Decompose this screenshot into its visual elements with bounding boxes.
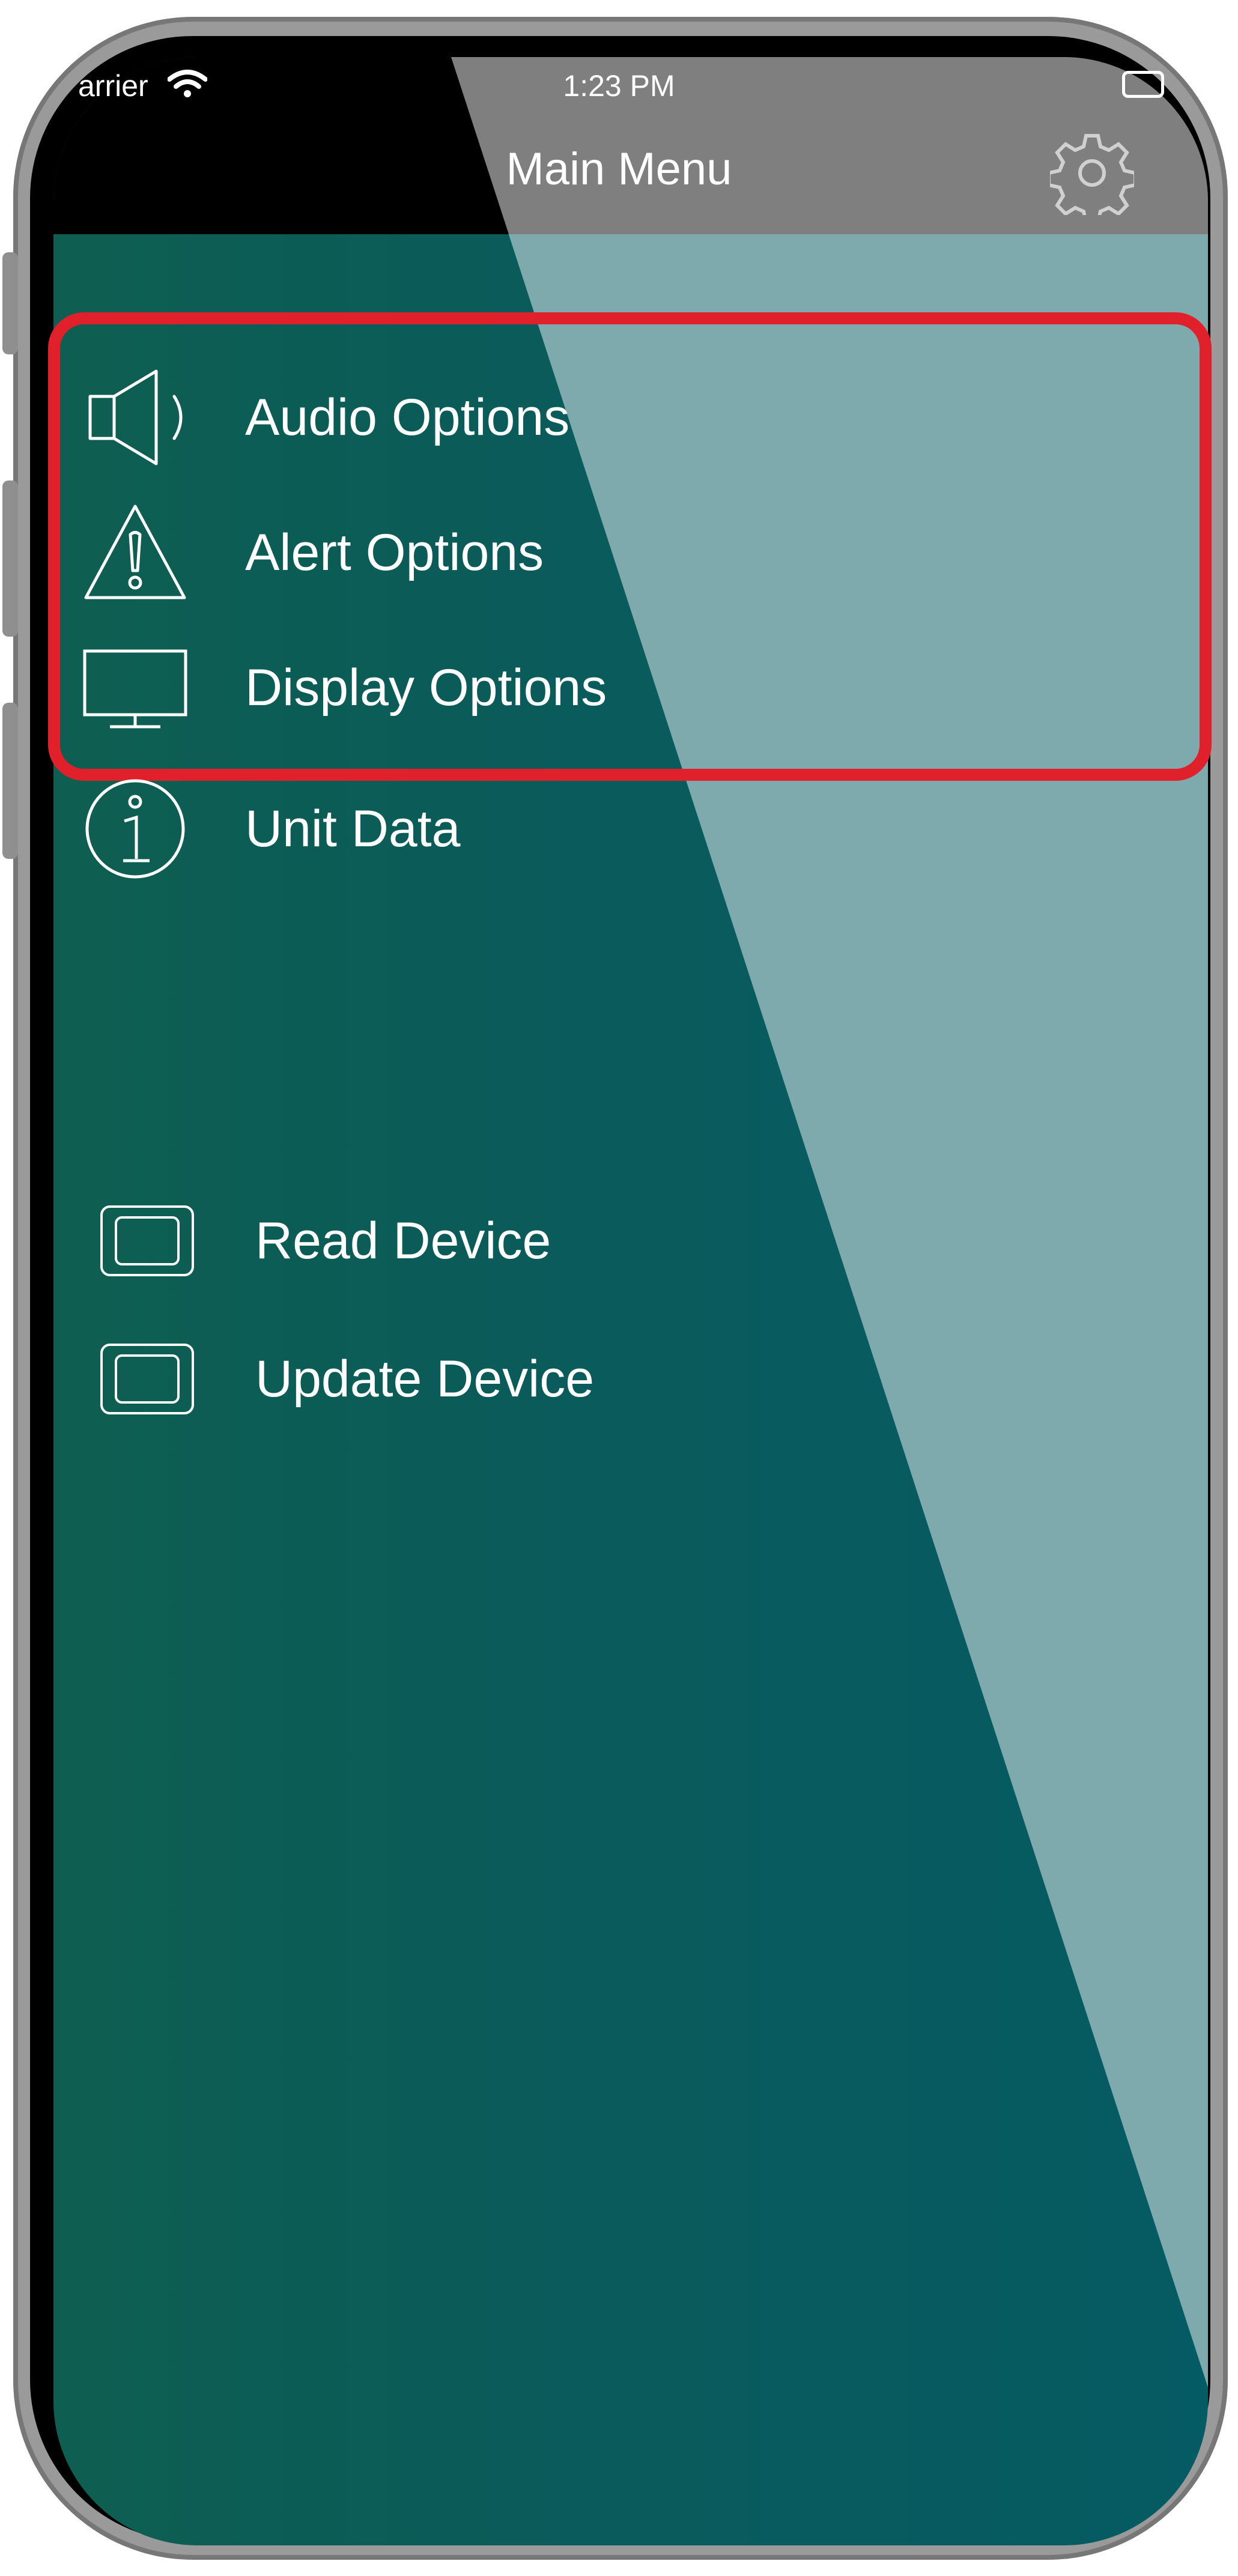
menu-item-alert-options[interactable]: Alert Options: [81, 502, 544, 604]
menu-item-read-device[interactable]: Read Device: [99, 1204, 551, 1277]
menu-item-unit-data[interactable]: Unit Data: [81, 778, 461, 880]
side-button-volume-up: [2, 480, 18, 637]
side-button-volume-down: [2, 703, 18, 859]
speaker-icon: [84, 366, 186, 468]
device-icon: [99, 1204, 195, 1277]
warning-icon: [81, 502, 189, 604]
menu-item-label: Read Device: [255, 1212, 551, 1270]
menu-item-label: Alert Options: [245, 524, 544, 581]
status-time: 1:23 PM: [563, 69, 675, 103]
device-icon: [99, 1342, 195, 1416]
battery-icon: [1122, 71, 1164, 98]
side-button-mute: [2, 252, 18, 354]
monitor-icon: [81, 643, 189, 733]
menu-item-label: Unit Data: [245, 800, 461, 858]
menu-item-label: Update Device: [255, 1350, 595, 1408]
menu-item-display-options[interactable]: Display Options: [81, 643, 607, 733]
gear-icon[interactable]: [1047, 131, 1137, 224]
menu-item-label: Audio Options: [245, 389, 570, 446]
info-icon: [81, 778, 189, 880]
menu-item-audio-options[interactable]: Audio Options: [84, 366, 569, 468]
menu-item-update-device[interactable]: Update Device: [99, 1342, 594, 1416]
menu-item-label: Display Options: [245, 659, 607, 717]
